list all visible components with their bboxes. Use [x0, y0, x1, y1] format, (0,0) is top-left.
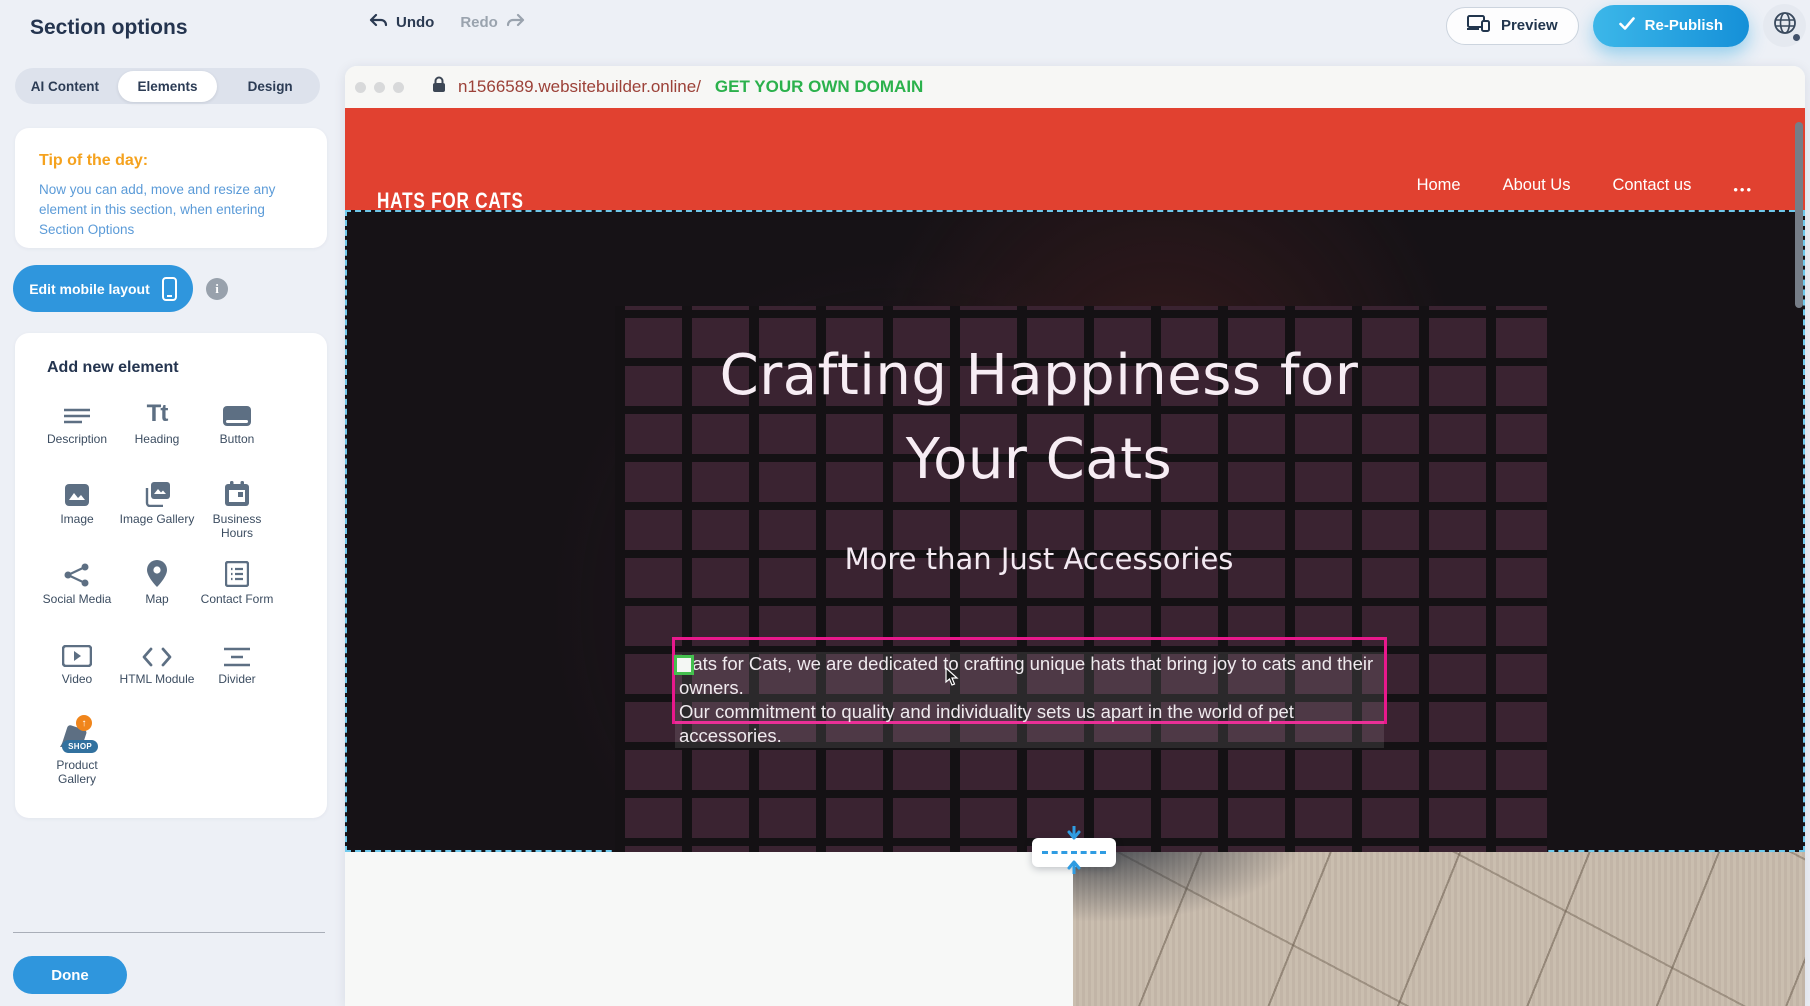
product-gallery-icon: ↑ SHOP — [60, 717, 94, 753]
republish-button[interactable]: Re-Publish — [1593, 5, 1749, 47]
undo-redo-group: Undo Redo — [368, 13, 526, 31]
tip-body: Now you can add, move and resize any ele… — [39, 180, 303, 240]
undo-label: Undo — [396, 14, 434, 31]
language-globe-button[interactable] — [1763, 4, 1806, 47]
description-element-selected[interactable]: Hats for Cats, we are dedicated to craft… — [672, 637, 1387, 724]
element-html-module[interactable]: HTML Module — [117, 637, 197, 717]
tab-ai-content[interactable]: AI Content — [15, 71, 115, 102]
site-nav: Home About Us Contact us ••• — [1417, 176, 1753, 203]
arrow-up-icon — [1067, 858, 1081, 879]
element-video[interactable]: Video — [37, 637, 117, 717]
element-product-gallery[interactable]: ↑ SHOP Product Gallery — [37, 717, 117, 797]
description-icon — [63, 397, 91, 427]
next-section-left[interactable] — [345, 852, 1073, 1006]
preview-button[interactable]: Preview — [1446, 7, 1579, 45]
next-section-photo[interactable] — [1073, 852, 1805, 1006]
description-line-1: Hats for Cats, we are dedicated to craft… — [675, 652, 1384, 700]
nav-more-button[interactable]: ••• — [1733, 182, 1753, 197]
contact-form-icon — [225, 557, 249, 587]
mouse-cursor — [945, 667, 960, 692]
globe-badge-dot — [1793, 34, 1800, 41]
edit-mobile-layout-button[interactable]: Edit mobile layout — [13, 265, 193, 312]
sidebar-divider — [13, 932, 325, 933]
scrollbar[interactable] — [1795, 122, 1803, 308]
site-header: HATS FOR CATS Home About Us Contact us •… — [345, 108, 1805, 210]
page-title: Section options — [30, 16, 188, 40]
redo-button[interactable]: Redo — [460, 13, 526, 31]
nav-about-us[interactable]: About Us — [1503, 176, 1571, 203]
topbar-actions: Preview Re-Publish — [1446, 4, 1806, 47]
nav-home[interactable]: Home — [1417, 176, 1461, 203]
heading-icon: Tt — [147, 397, 168, 427]
social-media-icon — [64, 557, 90, 587]
edit-mobile-label: Edit mobile layout — [29, 281, 150, 297]
arrow-down-icon — [1067, 826, 1081, 847]
get-domain-link[interactable]: GET YOUR OWN DOMAIN — [715, 77, 923, 97]
business-hours-icon — [224, 477, 250, 507]
image-icon — [64, 477, 90, 507]
check-icon — [1619, 17, 1635, 34]
tip-of-the-day-card: Tip of the day: Now you can add, move an… — [15, 128, 327, 248]
element-button[interactable]: Button — [197, 397, 277, 477]
element-heading[interactable]: Tt Heading — [117, 397, 197, 477]
info-icon[interactable]: i — [206, 278, 228, 300]
browser-chrome: n1566589.websitebuilder.online/ GET YOUR… — [345, 66, 1805, 108]
element-image[interactable]: Image — [37, 477, 117, 557]
add-element-title: Add new element — [15, 359, 327, 377]
section-divider-dash — [1042, 851, 1106, 854]
element-grid: Description Tt Heading Button Image — [15, 397, 327, 797]
element-social-media[interactable]: Social Media — [37, 557, 117, 637]
element-image-gallery[interactable]: Image Gallery — [117, 477, 197, 557]
site-preview-panel: n1566589.websitebuilder.online/ GET YOUR… — [345, 66, 1805, 1006]
website-builder-app: Section options Undo Redo Preview Re-P — [0, 0, 1810, 1006]
preview-label: Preview — [1501, 17, 1558, 34]
element-map[interactable]: Map — [117, 557, 197, 637]
upgrade-arrow-badge: ↑ — [76, 715, 92, 731]
video-icon — [62, 637, 92, 667]
divider-icon — [223, 637, 251, 667]
hero-section-selected[interactable]: Crafting Happiness for Your Cats More th… — [345, 210, 1805, 852]
phone-icon — [162, 277, 177, 301]
element-description[interactable]: Description — [37, 397, 117, 477]
tab-elements[interactable]: Elements — [118, 71, 218, 102]
redo-label: Redo — [460, 14, 498, 31]
tip-title: Tip of the day: — [39, 152, 303, 170]
hero-heading[interactable]: Crafting Happiness for Your Cats — [347, 334, 1731, 502]
nav-contact-us[interactable]: Contact us — [1612, 176, 1691, 203]
browser-traffic-dots — [355, 82, 404, 93]
image-gallery-icon — [143, 477, 171, 507]
republish-label: Re-Publish — [1645, 17, 1723, 34]
undo-icon — [368, 13, 388, 31]
code-icon — [142, 637, 172, 667]
button-icon — [222, 397, 252, 427]
element-divider[interactable]: Divider — [197, 637, 277, 717]
devices-icon — [1467, 15, 1491, 36]
selection-drag-handle[interactable] — [674, 655, 694, 675]
element-contact-form[interactable]: Contact Form — [197, 557, 277, 637]
redo-icon — [506, 13, 526, 31]
sidebar-tabbar: AI Content Elements Design — [15, 68, 320, 104]
section-resize-handle[interactable] — [1032, 838, 1116, 867]
hero-subheading[interactable]: More than Just Accessories — [347, 542, 1731, 576]
undo-button[interactable]: Undo — [368, 13, 434, 31]
lock-icon — [432, 76, 446, 98]
map-pin-icon — [147, 557, 167, 587]
element-business-hours[interactable]: Business Hours — [197, 477, 277, 557]
tab-design[interactable]: Design — [220, 71, 320, 102]
shop-badge: SHOP — [62, 740, 98, 753]
add-element-card: Add new element Description Tt Heading B… — [15, 333, 327, 818]
site-url[interactable]: n1566589.websitebuilder.online/ — [458, 77, 701, 97]
description-line-2: Our commitment to quality and individual… — [675, 700, 1384, 748]
done-button[interactable]: Done — [13, 956, 127, 994]
